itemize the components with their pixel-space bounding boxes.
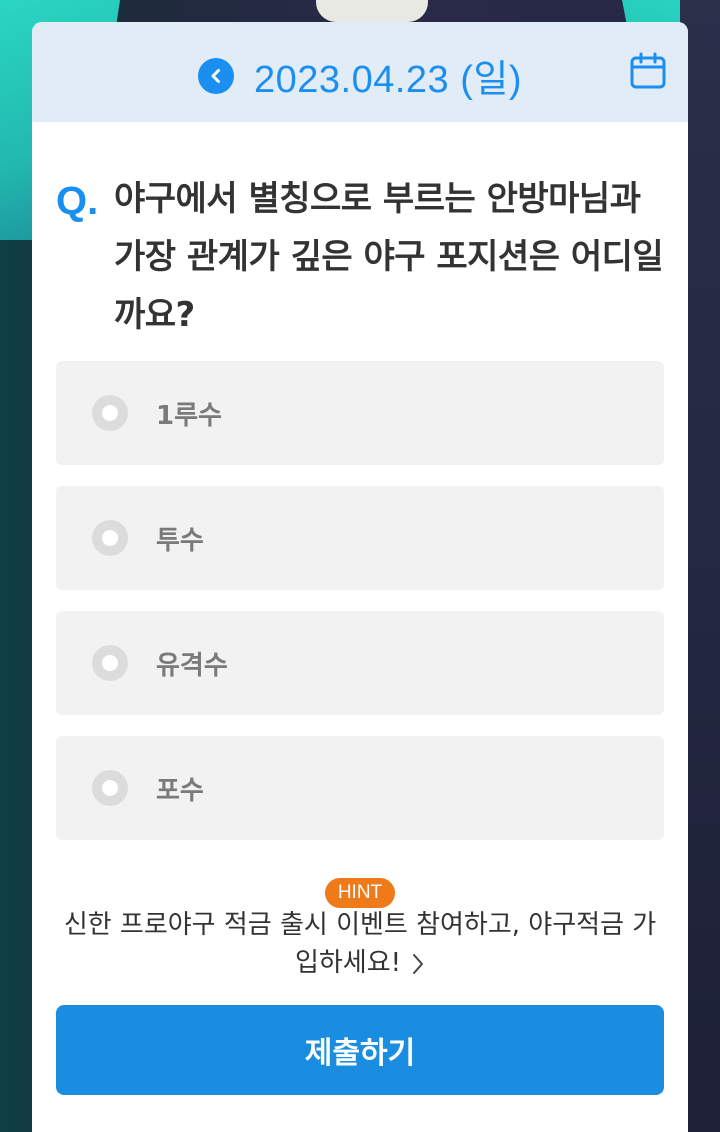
submit-button[interactable]: 제출하기	[56, 1005, 664, 1095]
answer-option-4[interactable]: 포수	[56, 736, 664, 840]
date-header: 2023.04.23 (일)	[32, 22, 688, 122]
previous-date-button[interactable]	[197, 57, 234, 94]
hint-link[interactable]: 신한 프로야구 적금 출시 이벤트 참여하고, 야구적금 가입하세요!	[52, 906, 668, 982]
radio-dot	[102, 405, 118, 421]
current-date: 2023.04.23 (일)	[253, 59, 522, 101]
radio-dot	[102, 530, 118, 546]
answer-option-1[interactable]: 1루수	[56, 361, 664, 465]
radio-button[interactable]	[92, 520, 128, 556]
calendar-icon	[630, 52, 666, 89]
radio-dot	[102, 655, 118, 671]
answer-option-2[interactable]: 투수	[56, 486, 664, 590]
calendar-button[interactable]	[630, 52, 666, 90]
answer-options: 1루수 투수 유격수 포수	[56, 361, 664, 861]
option-label: 1루수	[156, 400, 222, 431]
quiz-card: 2023.04.23 (일) Q. 야구에서 별칭으로 부르는 안방마님과 가장…	[32, 22, 688, 1132]
radio-button[interactable]	[92, 770, 128, 806]
question-text: 야구에서 별칭으로 부르는 안방마님과 가장 관계가 깊은 야구 포지션은 어디…	[114, 179, 664, 335]
radio-dot	[102, 780, 118, 796]
answer-option-3[interactable]: 유격수	[56, 611, 664, 715]
radio-button[interactable]	[92, 645, 128, 681]
option-label: 유격수	[156, 650, 228, 681]
question-mark-label: Q.	[56, 179, 99, 223]
option-label: 투수	[156, 525, 204, 556]
background-ball-shape	[316, 0, 428, 22]
hint-text: 신한 프로야구 적금 출시 이벤트 참여하고, 야구적금 가입하세요!	[63, 910, 657, 978]
chevron-right-icon	[413, 953, 424, 974]
date-nav: 2023.04.23 (일)	[32, 48, 688, 103]
chevron-left-icon	[211, 68, 220, 83]
option-label: 포수	[156, 775, 204, 806]
radio-button[interactable]	[92, 395, 128, 431]
question-block: Q. 야구에서 별칭으로 부르는 안방마님과 가장 관계가 깊은 야구 포지션은…	[56, 176, 666, 344]
hint-badge: HINT	[325, 878, 395, 908]
